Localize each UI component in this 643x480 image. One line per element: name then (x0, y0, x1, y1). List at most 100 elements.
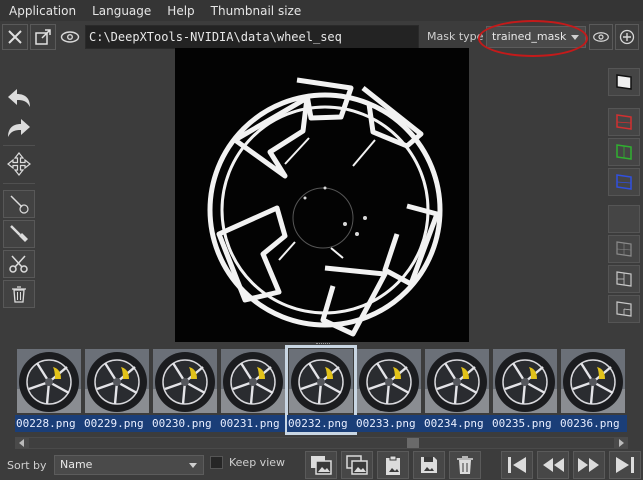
preview-toggle-button[interactable] (57, 24, 83, 50)
mask-type-select[interactable]: trained_mask (486, 26, 586, 48)
image-copy-icon (311, 456, 332, 475)
directory-path-field[interactable]: C:\DeepXTools-NVIDIA\data\wheel_seq (85, 25, 419, 49)
separator (3, 183, 35, 184)
thumbnail-label: 00229.png (83, 415, 151, 432)
redo-icon (8, 119, 30, 137)
thumbnail-image (221, 349, 285, 413)
clipboard-icon (386, 455, 400, 475)
delete-image-button[interactable] (449, 451, 481, 479)
thumbnail-label: 00232.png (287, 415, 355, 432)
thumbnail-image (17, 349, 81, 413)
undo-icon (8, 89, 30, 107)
sort-by-select[interactable]: Name (54, 455, 204, 475)
thumbnail-item[interactable]: 00231.png (219, 347, 287, 433)
mask-overlay-red-button[interactable] (608, 108, 640, 136)
thumbnail-image (561, 349, 625, 413)
fast-forward-icon (578, 458, 599, 472)
delete-mask-button[interactable] (3, 280, 35, 308)
keep-view-checkbox[interactable]: Keep view (210, 456, 285, 469)
chevron-down-icon (571, 35, 579, 40)
thumbnail-item[interactable]: 00230.png (151, 347, 219, 433)
save-icon (421, 457, 437, 473)
view-mode-quarter-button[interactable] (608, 295, 640, 323)
open-folder-button[interactable] (30, 24, 56, 50)
view-frame-icon (616, 301, 632, 317)
view-frame-icon (616, 241, 632, 257)
brush-erase-button[interactable] (3, 220, 35, 248)
redo-button[interactable] (3, 114, 35, 142)
eye-icon (593, 32, 609, 42)
mask-visibility-button[interactable] (589, 24, 613, 50)
app-window: Application Language Help Thumbnail size… (0, 0, 643, 480)
menu-help[interactable]: Help (158, 4, 201, 18)
menu-thumbnail-size[interactable]: Thumbnail size (202, 4, 309, 18)
move-tool-button[interactable] (3, 150, 35, 178)
thumbnail-item[interactable]: 00228.png (15, 347, 83, 433)
skip-to-start-icon (508, 457, 526, 473)
thumbnail-label: 00231.png (219, 415, 287, 432)
scrollbar-handle[interactable] (407, 438, 419, 448)
trash-icon (12, 286, 26, 303)
arrow-left-icon (19, 439, 24, 447)
save-mask-button[interactable] (413, 451, 445, 479)
viewer-splitter-handle[interactable] (316, 343, 330, 346)
copy-image-button[interactable] (305, 451, 337, 479)
sort-by-value: Name (60, 458, 93, 471)
checkbox-box[interactable] (210, 456, 223, 469)
arrow-right-icon (619, 439, 624, 447)
undo-button[interactable] (3, 84, 35, 112)
red-mask-icon (616, 114, 632, 130)
chevron-down-icon (189, 463, 197, 468)
thumbnail-item[interactable]: 00233.png (355, 347, 423, 433)
scrollbar-track[interactable] (29, 438, 614, 448)
plus-circle-icon (619, 29, 635, 45)
image-viewer[interactable] (175, 48, 469, 342)
view-mode-half-button[interactable] (608, 265, 640, 293)
close-icon (8, 30, 22, 44)
thumbnail-item[interactable]: 00234.png (423, 347, 491, 433)
last-frame-button[interactable] (609, 451, 641, 479)
thumbnail-label: 00230.png (151, 415, 219, 432)
cut-button[interactable] (3, 250, 35, 278)
thumbnail-label: 00236.png (559, 415, 627, 432)
next-frames-button[interactable] (573, 451, 605, 479)
thumbnail-item[interactable]: 00229.png (83, 347, 151, 433)
mask-overlay-blue-button[interactable] (608, 168, 640, 196)
rewind-icon (543, 458, 564, 472)
thumbnail-label: 00234.png (423, 415, 491, 432)
thumbnail-label: 00228.png (15, 415, 83, 432)
thumbnail-item[interactable]: 00236.png (559, 347, 627, 433)
thumbnail-strip: 00228.png 00229.png 00230.png 00231.png … (15, 345, 628, 435)
keep-view-label: Keep view (229, 456, 286, 469)
thumbnail-label: 00235.png (491, 415, 559, 432)
skip-to-end-icon (616, 457, 634, 473)
thumbnail-scrollbar[interactable] (15, 437, 628, 449)
view-mode-full-button[interactable] (608, 235, 640, 263)
first-frame-button[interactable] (501, 451, 533, 479)
scroll-left-arrow[interactable] (16, 438, 28, 448)
brush-add-button[interactable] (3, 190, 35, 218)
green-mask-icon (616, 144, 632, 160)
scroll-right-arrow[interactable] (615, 438, 627, 448)
mask-overlay-green-button[interactable] (608, 138, 640, 166)
previous-frames-button[interactable] (537, 451, 569, 479)
mask-copy-icon (346, 455, 368, 475)
menu-language[interactable]: Language (83, 4, 158, 18)
menu-application[interactable]: Application (0, 4, 83, 18)
brush-icon (10, 195, 29, 214)
eye-icon (60, 31, 80, 43)
separator (3, 145, 35, 146)
thumbnail-item[interactable]: 00235.png (491, 347, 559, 433)
copy-mask-button[interactable] (341, 451, 373, 479)
view-mode-blank-button[interactable] (608, 205, 640, 233)
thumbnail-image (85, 349, 149, 413)
add-mask-type-button[interactable] (615, 24, 639, 50)
thumbnail-item[interactable]: 00232.png (285, 345, 357, 435)
thumbnail-image (289, 349, 353, 413)
mask-overlay-bw-button[interactable] (608, 68, 640, 96)
paste-mask-button[interactable] (377, 451, 409, 479)
menu-bar: Application Language Help Thumbnail size (0, 0, 643, 21)
close-button[interactable] (2, 24, 28, 50)
mask-type-value: trained_mask (492, 30, 567, 43)
bw-mask-icon (616, 74, 632, 90)
